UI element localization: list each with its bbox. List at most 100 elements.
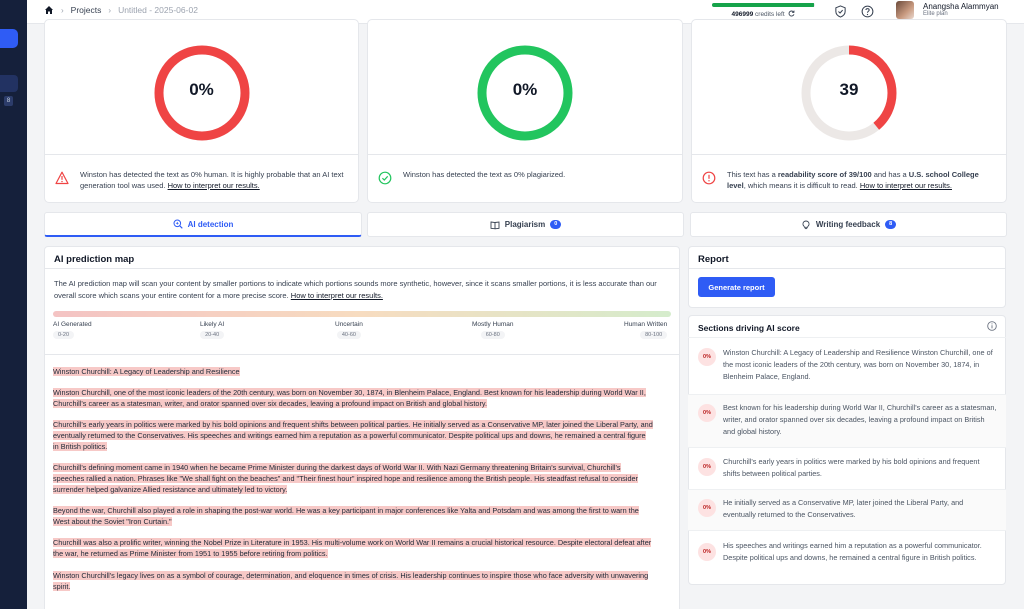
divider xyxy=(45,268,679,269)
divider xyxy=(692,154,1006,155)
credits-progress-bar xyxy=(712,3,815,7)
section-text: Best known for his leadership during Wor… xyxy=(723,403,997,436)
tab-writing-feedback[interactable]: Writing feedback 8 xyxy=(690,212,1007,237)
highlighted-text: Churchill's early years in politics were… xyxy=(53,420,653,452)
highlighted-paragraph: Churchill was also a prolific writer, wi… xyxy=(53,537,653,559)
scale-label: Likely AI xyxy=(200,321,225,328)
highlighted-paragraph: Churchill's defining moment came in 1940… xyxy=(53,462,653,496)
divider xyxy=(368,154,682,155)
info-icon[interactable] xyxy=(987,321,997,331)
section-item[interactable]: 0% Best known for his leadership during … xyxy=(688,394,1006,447)
warning-icon xyxy=(55,171,69,185)
interpret-results-link[interactable]: How to interpret our results. xyxy=(168,181,260,190)
section-item[interactable]: 0% Churchill's early years in politics w… xyxy=(688,447,1006,489)
section-text: His speeches and writings earned him a r… xyxy=(723,541,982,562)
sections-title: Sections driving AI score xyxy=(698,323,800,333)
highlighted-text: Winston Churchill: A Legacy of Leadershi… xyxy=(53,367,240,376)
check-circle-icon xyxy=(378,171,392,185)
scale-label: Mostly Human xyxy=(472,321,514,328)
highlighted-text: Winston Churchill's legacy lives on as a… xyxy=(53,571,649,592)
user-name[interactable]: Anangsha Alammyan xyxy=(923,2,999,11)
section-item[interactable]: 0% He initially served as a Conservative… xyxy=(688,489,1006,530)
section-score-badge: 0% xyxy=(698,499,716,517)
readability-score-message: This text has a readability score of 39/… xyxy=(727,169,994,191)
section-score-badge: 0% xyxy=(698,543,716,561)
readability-score-card: 39 This text has a readability score of … xyxy=(691,19,1007,203)
human-score-value: 0% xyxy=(189,80,214,99)
scale-range: 40-60 xyxy=(336,331,361,339)
scale-range: 0-20 xyxy=(53,331,75,339)
scale-label: Human Written xyxy=(624,321,668,328)
credits-text: 496999 credits left xyxy=(712,10,815,18)
panel-title: AI prediction map xyxy=(54,254,135,265)
section-score-badge: 0% xyxy=(698,458,716,476)
highlighted-text: Beyond the war, Churchill also played a … xyxy=(53,506,639,527)
interpret-results-link[interactable]: How to interpret our results. xyxy=(860,181,952,190)
highlighted-text: Winston Churchill, one of the most iconi… xyxy=(53,388,646,409)
scale-mostly-human: Mostly Human 60-80 xyxy=(472,321,514,339)
credits-amount: 496999 xyxy=(731,11,754,18)
readability-score-text: readability score of 39/100 xyxy=(777,170,872,179)
home-icon[interactable] xyxy=(44,5,54,15)
feedback-count-badge: 8 xyxy=(885,220,897,229)
section-text: Winston Churchill: A Legacy of Leadershi… xyxy=(723,348,993,381)
plagiarism-score-card: 0% Winston has detected the text as 0% p… xyxy=(367,19,683,203)
highlighted-paragraph: Beyond the war, Churchill also played a … xyxy=(53,505,653,527)
alert-circle-icon xyxy=(702,171,716,185)
scale-range: 20-40 xyxy=(200,331,225,339)
generate-report-button[interactable]: Generate report xyxy=(698,277,775,297)
highlighted-paragraph: Winston Churchill's legacy lives on as a… xyxy=(53,570,653,592)
human-score-card: 0% Winston has detected the text as 0% h… xyxy=(44,19,359,203)
scale-uncertain: Uncertain 40-60 xyxy=(335,321,363,339)
shield-icon[interactable] xyxy=(834,5,847,18)
sidebar-nav-button[interactable] xyxy=(0,29,18,48)
tab-plagiarism[interactable]: Plagiarism 0 xyxy=(367,212,684,237)
section-score-badge: 0% xyxy=(698,348,716,366)
readability-msg-text: and has a xyxy=(871,170,909,179)
credits-label: credits left xyxy=(753,11,785,18)
credits-meter: 496999 credits left xyxy=(712,3,815,18)
readability-msg-text: , which means it is difficult to read. xyxy=(743,181,860,190)
help-icon[interactable] xyxy=(861,5,874,18)
section-score-badge: 0% xyxy=(698,404,716,422)
divider xyxy=(689,268,1005,269)
sidebar-nav-button-secondary[interactable] xyxy=(0,75,18,92)
readability-score-value: 39 xyxy=(839,80,859,99)
highlighted-paragraph: Winston Churchill, one of the most iconi… xyxy=(53,387,653,409)
left-sidebar: 8 xyxy=(0,0,27,609)
refresh-icon[interactable] xyxy=(788,10,795,17)
credits-progress-fill xyxy=(712,3,814,7)
section-text: He initially served as a Conservative MP… xyxy=(723,498,964,519)
scale-label: Uncertain xyxy=(335,321,363,328)
lightbulb-icon xyxy=(802,220,810,229)
plagiarism-score-value: 0% xyxy=(512,80,538,99)
chevron-right-icon: › xyxy=(108,5,112,15)
plagiarism-count-badge: 0 xyxy=(550,220,562,229)
chevron-right-icon: › xyxy=(61,5,64,15)
tab-label: AI detection xyxy=(187,219,234,229)
scale-range: 80-100 xyxy=(640,331,668,339)
tab-label: Plagiarism xyxy=(504,220,546,229)
interpret-results-link[interactable]: How to interpret our results. xyxy=(291,291,383,300)
divider xyxy=(45,154,358,155)
breadcrumb-projects[interactable]: Projects xyxy=(71,5,102,15)
section-item[interactable]: 0% Winston Churchill: A Legacy of Leader… xyxy=(688,337,1006,394)
scale-likely-ai: Likely AI 20-40 xyxy=(200,321,224,339)
highlighted-text: Churchill was also a prolific writer, wi… xyxy=(53,538,652,559)
tab-ai-detection[interactable]: AI detection xyxy=(44,212,362,237)
ai-search-icon xyxy=(173,219,183,229)
scale-human-written: Human Written 80-100 xyxy=(624,321,668,339)
plagiarism-score-message: Winston has detected the text as 0% plag… xyxy=(403,170,566,179)
avatar[interactable] xyxy=(896,1,914,19)
breadcrumb: › Projects › Untitled - 2025-06-02 xyxy=(44,5,198,15)
breadcrumb-file: Untitled - 2025-06-02 xyxy=(118,5,198,15)
report-title: Report xyxy=(698,254,729,265)
human-score-message: Winston has detected the text as 0% huma… xyxy=(80,169,346,191)
scale-range: 60-80 xyxy=(480,331,505,339)
book-icon xyxy=(490,220,500,229)
prediction-description: The AI prediction map will scan your con… xyxy=(54,278,667,301)
highlighted-paragraph: Winston Churchill: A Legacy of Leadershi… xyxy=(53,366,653,377)
divider xyxy=(44,354,680,355)
section-item[interactable]: 0% His speeches and writings earned him … xyxy=(688,530,1006,584)
scale-ai-generated: AI Generated 0-20 xyxy=(53,321,92,339)
